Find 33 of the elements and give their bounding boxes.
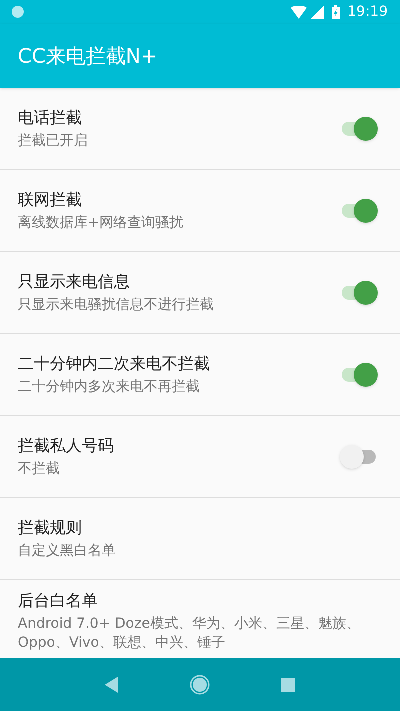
recents-icon[interactable] xyxy=(280,678,295,692)
app-title: CC来电拦截N+ xyxy=(18,43,158,70)
setting-summary: 二十分钟内多次来电不再拦截 xyxy=(18,378,201,397)
setting-summary: 离线数据库+网络查询骚扰 xyxy=(18,214,185,233)
status-time: 19:19 xyxy=(348,2,388,22)
setting-summary: 拦截已开启 xyxy=(18,132,89,151)
signal-icon xyxy=(310,6,324,18)
home-icon[interactable] xyxy=(190,674,210,694)
setting-title: 只显示来电信息 xyxy=(18,271,131,293)
setting-row[interactable]: 拦截规则 自定义黑白名单 xyxy=(0,498,400,580)
setting-title: 二十分钟内二次来电不拦截 xyxy=(18,353,211,375)
back-icon[interactable] xyxy=(105,676,120,692)
toggle-switch[interactable] xyxy=(340,198,378,222)
setting-title: 联网拦截 xyxy=(18,189,83,211)
toggle-switch[interactable] xyxy=(340,362,378,386)
toggle-switch[interactable] xyxy=(340,280,378,304)
setting-row[interactable]: 拦截私人号码 不拦截 xyxy=(0,416,400,498)
setting-summary: 自定义黑白名单 xyxy=(18,542,117,561)
setting-title: 拦截私人号码 xyxy=(18,435,115,457)
toggle-switch[interactable] xyxy=(340,116,378,140)
setting-row[interactable]: 二十分钟内二次来电不拦截 二十分钟内多次来电不再拦截 xyxy=(0,334,400,416)
setting-row[interactable]: 联网拦截 离线数据库+网络查询骚扰 xyxy=(0,170,400,252)
setting-title: 拦截规则 xyxy=(18,517,83,539)
setting-summary: 不拦截 xyxy=(18,460,61,479)
setting-title: 后台白名单 xyxy=(18,590,99,612)
battery-icon xyxy=(332,5,340,19)
setting-title: 电话拦截 xyxy=(18,107,83,129)
setting-row[interactable]: 电话拦截 拦截已开启 xyxy=(0,88,400,170)
wifi-icon xyxy=(290,6,307,18)
setting-summary: 只显示来电骚扰信息不进行拦截 xyxy=(18,296,215,315)
setting-row[interactable]: 只显示来电信息 只显示来电骚扰信息不进行拦截 xyxy=(0,252,400,334)
setting-summary: Android 7.0+ Doze模式、华为、小米、三星、魅族、Oppo、Vivo、联想、中兴、锤子 xyxy=(18,614,362,652)
toggle-switch[interactable] xyxy=(340,444,378,468)
